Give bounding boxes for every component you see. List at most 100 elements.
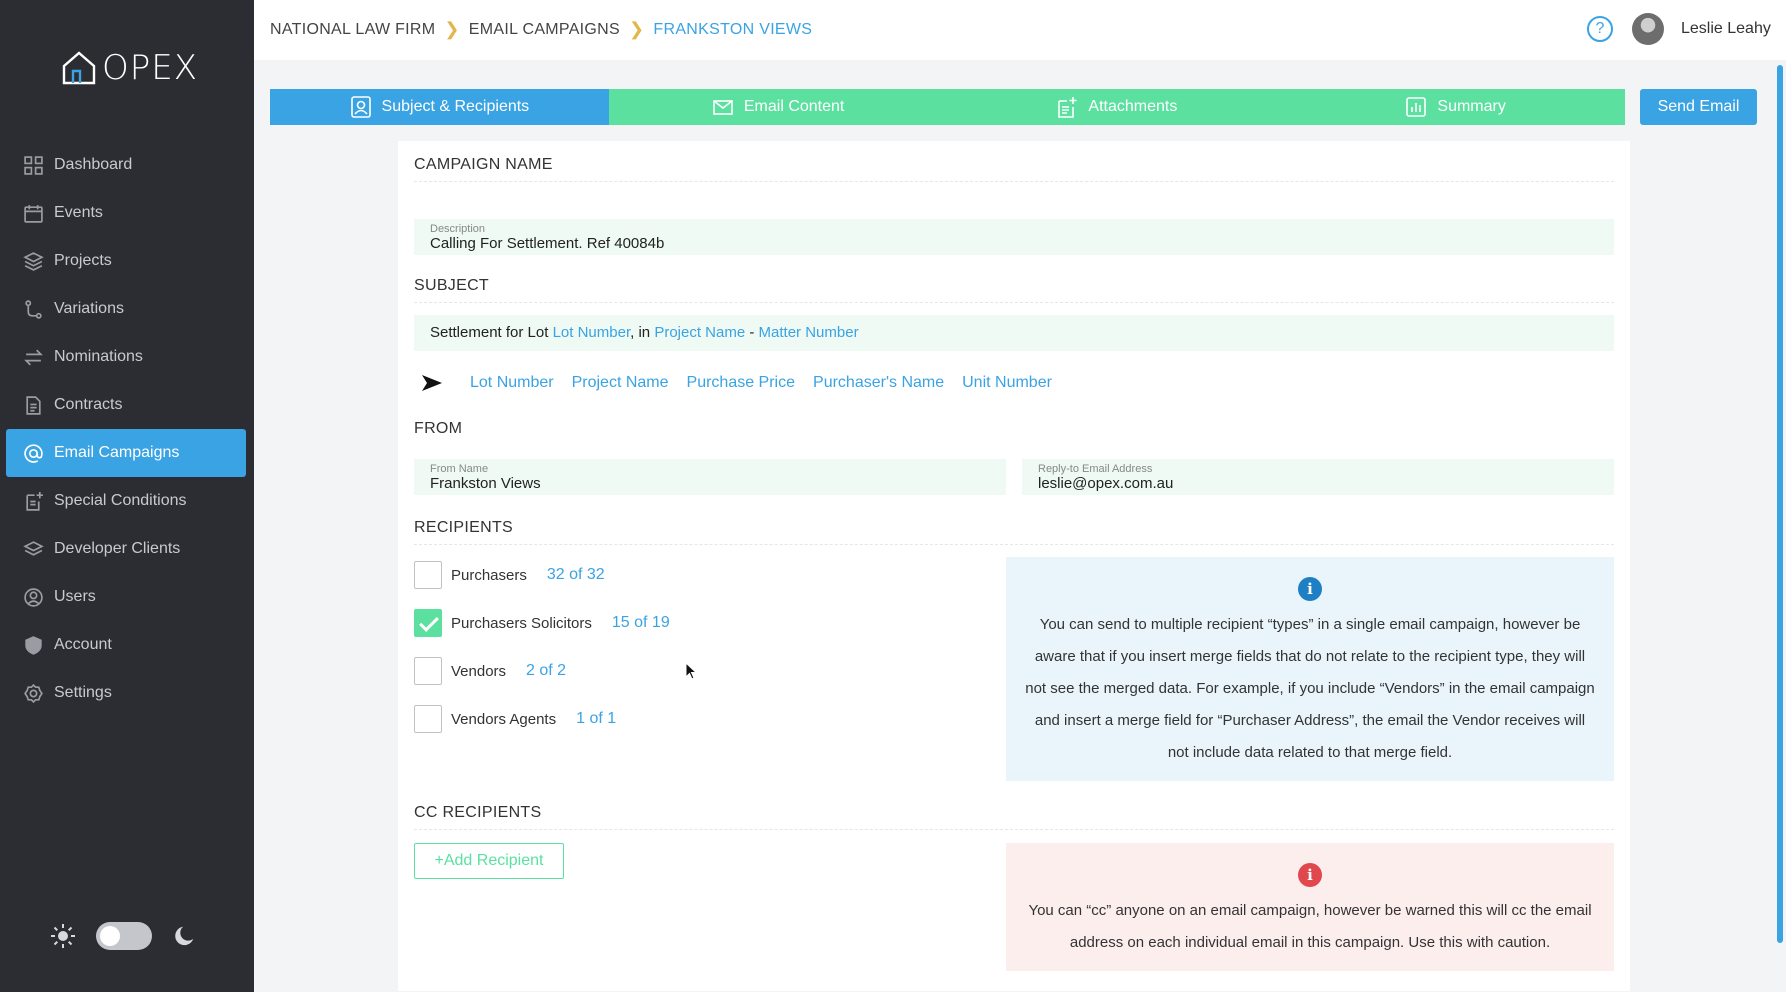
document-plus-icon [26, 491, 43, 511]
help-icon[interactable]: ? [1587, 16, 1613, 42]
description-field[interactable]: Description Calling For Settlement. Ref … [414, 219, 1614, 255]
user-name[interactable]: Leslie Leahy [1681, 20, 1771, 38]
recipient-count[interactable]: 1 of 1 [576, 710, 616, 728]
sidebar-nav: Dashboard Events Projects Variations Nom… [6, 141, 246, 717]
vendors-checkbox[interactable] [414, 657, 442, 685]
user-icon [24, 587, 43, 607]
breadcrumb-item-campaigns[interactable]: EMAIL CAMPAIGNS [469, 21, 620, 39]
tab-label: Summary [1437, 98, 1506, 115]
theme-toggle[interactable] [96, 922, 152, 950]
sidebar-item-special-conditions[interactable]: Special Conditions [6, 477, 246, 525]
merge-field-chip[interactable]: Purchaser's Name [813, 374, 944, 392]
sidebar-item-label: Contracts [54, 396, 123, 413]
sidebar-item-label: Special Conditions [54, 492, 187, 509]
description-value: Calling For Settlement. Ref 40084b [430, 235, 665, 252]
document-icon [26, 395, 41, 415]
from-name-value: Frankston Views [430, 475, 541, 492]
subject-text: , in [630, 324, 655, 341]
sidebar-item-variations[interactable]: Variations [6, 285, 246, 333]
tab-email-content[interactable]: Email Content [608, 89, 948, 125]
chevron-right-icon: ❯ [629, 19, 645, 39]
theme-switcher [50, 922, 196, 950]
tab-summary[interactable]: Summary [1286, 89, 1625, 125]
sidebar-item-projects[interactable]: Projects [6, 237, 246, 285]
reply-to-value: leslie@opex.com.au [1038, 475, 1174, 492]
logo-text: OPEX [102, 48, 199, 88]
tab-subject-recipients[interactable]: Subject & Recipients [270, 89, 609, 125]
sidebar-item-email-campaigns[interactable]: Email Campaigns [6, 429, 246, 477]
subject-merge-field: Matter Number [758, 324, 859, 341]
branch-icon [25, 299, 42, 319]
sidebar-item-label: Events [54, 204, 103, 221]
merge-field-chip[interactable]: Purchase Price [687, 374, 796, 392]
recipients-title: RECIPIENTS [414, 519, 514, 536]
tab-attachments[interactable]: Attachments [947, 89, 1287, 125]
sidebar-item-users[interactable]: Users [6, 573, 246, 621]
sidebar-item-label: Projects [54, 252, 112, 269]
shield-icon [25, 635, 42, 655]
file-plus-icon [1058, 97, 1077, 118]
merge-field-chip[interactable]: Lot Number [470, 374, 554, 392]
recipient-label: Vendors Agents [451, 710, 557, 728]
from-name-field[interactable]: From Name Frankston Views [414, 459, 1006, 495]
merge-field-chip[interactable]: Project Name [572, 374, 669, 392]
from-title: FROM [414, 420, 463, 437]
layers-icon [23, 251, 44, 271]
purchasers-checkbox[interactable] [414, 561, 442, 589]
merge-field-chip[interactable]: Unit Number [962, 374, 1052, 392]
cc-recipients-title: CC RECIPIENTS [414, 804, 542, 821]
stack-icon [23, 540, 44, 556]
recipient-count[interactable]: 32 of 32 [547, 566, 605, 584]
purchasers-solicitors-checkbox[interactable] [414, 609, 442, 637]
breadcrumb: NATIONAL LAW FIRM ❯ EMAIL CAMPAIGNS ❯ FR… [270, 19, 812, 40]
recipients-info-box: i You can send to multiple recipient “ty… [1006, 557, 1614, 781]
envelope-icon [713, 100, 733, 115]
mouse-cursor-icon [685, 662, 697, 680]
grid-icon [24, 155, 43, 175]
sidebar-item-label: Account [54, 636, 112, 653]
subject-title: SUBJECT [414, 277, 489, 294]
subject-merge-field: Project Name [654, 324, 746, 341]
avatar[interactable] [1632, 13, 1664, 45]
recipient-count[interactable]: 15 of 19 [612, 614, 670, 632]
description-label: Description [430, 223, 486, 235]
warning-text: You can “cc” anyone on an email campaign… [1028, 902, 1592, 951]
subject-merge-field: Lot Number [552, 324, 631, 341]
at-icon [24, 443, 43, 463]
gear-icon [24, 683, 43, 703]
tab-label: Subject & Recipients [381, 98, 530, 115]
info-icon: i [1298, 577, 1322, 601]
sidebar-item-label: Variations [54, 300, 124, 317]
sidebar-item-nominations[interactable]: Nominations [6, 333, 246, 381]
sidebar-item-label: Users [54, 588, 96, 605]
vendors-agents-checkbox[interactable] [414, 705, 442, 733]
sidebar-item-developer-clients[interactable]: Developer Clients [6, 525, 246, 573]
swap-icon [24, 349, 43, 365]
sidebar-item-settings[interactable]: Settings [6, 669, 246, 717]
sidebar-item-dashboard[interactable]: Dashboard [6, 141, 246, 189]
divider [414, 544, 1614, 545]
sidebar: OPEX Dashboard Events Projects Variation… [0, 0, 254, 992]
recipient-label: Purchasers [451, 566, 527, 584]
opex-logo[interactable]: OPEX [60, 48, 198, 88]
sidebar-item-account[interactable]: Account [6, 621, 246, 669]
subject-input[interactable]: Settlement for Lot Lot Number, in Projec… [414, 315, 1614, 351]
divider [414, 829, 1614, 830]
recipient-row-purchasers: Purchasers 32 of 32 [414, 561, 605, 589]
sidebar-item-contracts[interactable]: Contracts [6, 381, 246, 429]
recipient-label: Vendors [451, 662, 507, 680]
sidebar-item-events[interactable]: Events [6, 189, 246, 237]
page-scrollbar[interactable] [1777, 65, 1783, 943]
breadcrumb-item-firm[interactable]: NATIONAL LAW FIRM [270, 21, 435, 39]
subject-text: Settlement for Lot [430, 324, 553, 341]
moon-icon[interactable] [172, 924, 196, 948]
campaign-form: CAMPAIGN NAME Description Calling For Se… [398, 141, 1630, 991]
add-recipient-button[interactable]: +Add Recipient [414, 843, 564, 879]
recipient-count[interactable]: 2 of 2 [526, 662, 566, 680]
sun-icon[interactable] [50, 923, 76, 949]
recipient-label: Purchasers Solicitors [451, 614, 592, 632]
send-email-button[interactable]: Send Email [1640, 89, 1757, 125]
reply-to-email-field[interactable]: Reply-to Email Address leslie@opex.com.a… [1022, 459, 1614, 495]
cc-warning-box: i You can “cc” anyone on an email campai… [1006, 843, 1614, 971]
sidebar-item-label: Settings [54, 684, 112, 701]
